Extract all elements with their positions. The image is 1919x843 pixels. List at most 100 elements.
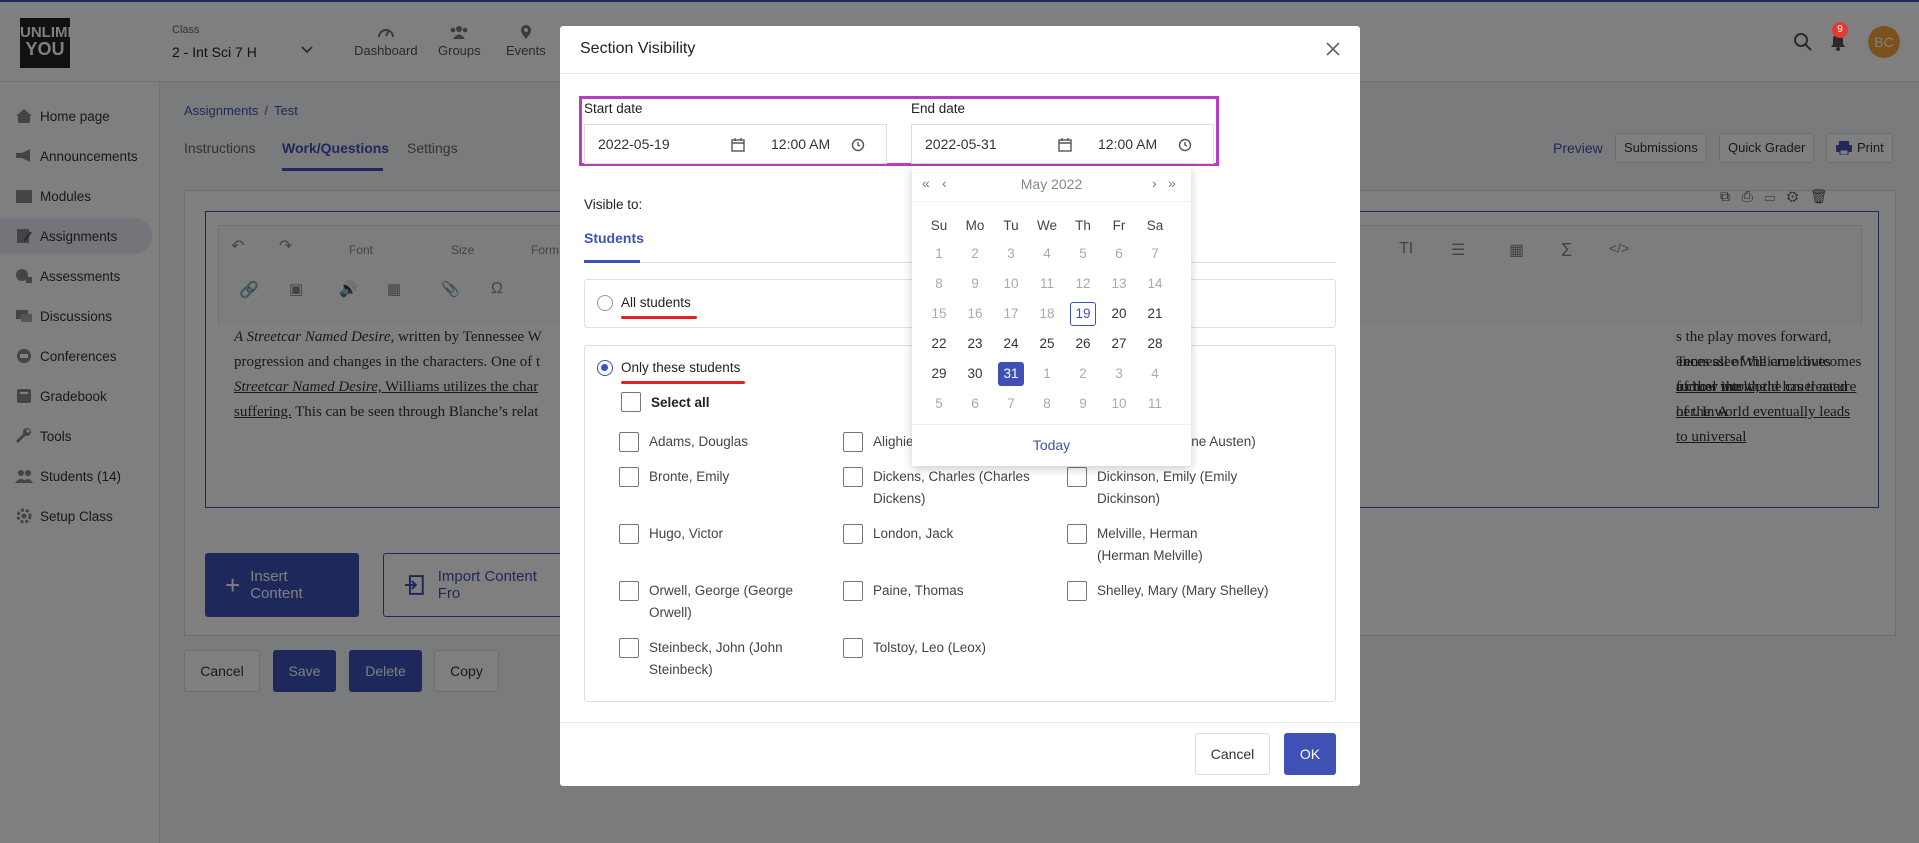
calendar-icon[interactable] bbox=[1058, 138, 1072, 152]
active-tab-indicator bbox=[584, 260, 640, 263]
student-checkbox[interactable] bbox=[619, 524, 639, 544]
modal-ok-button[interactable]: OK bbox=[1284, 733, 1336, 775]
start-time-value[interactable]: 12:00 AM bbox=[771, 136, 830, 152]
calendar-icon[interactable] bbox=[731, 138, 745, 152]
calendar-day[interactable]: 19 bbox=[1070, 302, 1096, 326]
calendar-day[interactable]: 16 bbox=[962, 302, 988, 326]
student-checkbox[interactable] bbox=[1067, 581, 1087, 601]
calendar-day[interactable]: 9 bbox=[1070, 392, 1096, 416]
student-name: Paine, Thomas bbox=[873, 583, 964, 598]
weekday-header: Th bbox=[1075, 218, 1091, 233]
calendar-day[interactable]: 2 bbox=[1070, 362, 1096, 386]
calendar-day[interactable]: 11 bbox=[1142, 392, 1168, 416]
end-time-value[interactable]: 12:00 AM bbox=[1098, 136, 1157, 152]
student-name: Bronte, Emily bbox=[649, 469, 730, 484]
calendar-day[interactable]: 15 bbox=[926, 302, 952, 326]
calendar-day[interactable]: 3 bbox=[998, 242, 1024, 266]
calendar-day[interactable]: 4 bbox=[1034, 242, 1060, 266]
weekday-header: Mo bbox=[965, 218, 985, 233]
calendar-day[interactable]: 1 bbox=[926, 242, 952, 266]
calendar-day[interactable]: 17 bbox=[998, 302, 1024, 326]
calendar-day[interactable]: 29 bbox=[926, 362, 952, 386]
student-checkbox[interactable] bbox=[619, 467, 639, 487]
modal-title: Section Visibility bbox=[580, 40, 696, 57]
end-date-value: 2022-05-31 bbox=[925, 136, 997, 152]
student-checkbox[interactable] bbox=[843, 638, 863, 658]
calendar-day[interactable]: 11 bbox=[1034, 272, 1060, 296]
calendar-day[interactable]: 23 bbox=[962, 332, 988, 356]
modal-cancel-button[interactable]: Cancel bbox=[1195, 733, 1270, 775]
start-date-label: Start date bbox=[584, 101, 643, 116]
weekday-header: Su bbox=[930, 218, 948, 233]
calendar-day[interactable]: 21 bbox=[1142, 302, 1168, 326]
calendar-day[interactable]: 30 bbox=[962, 362, 988, 386]
student-checkbox[interactable] bbox=[843, 581, 863, 601]
calendar-day[interactable]: 10 bbox=[998, 272, 1024, 296]
student-name: Jane Austen) bbox=[1177, 434, 1256, 449]
calendar-day[interactable]: 3 bbox=[1106, 362, 1132, 386]
calendar-day[interactable]: 31 bbox=[998, 362, 1024, 386]
clock-icon[interactable] bbox=[1178, 138, 1192, 152]
student-checkbox[interactable] bbox=[843, 467, 863, 487]
weekday-header: Tu bbox=[1003, 218, 1019, 233]
calendar-day[interactable]: 6 bbox=[1106, 242, 1132, 266]
calendar-day[interactable]: 5 bbox=[926, 392, 952, 416]
student-name: Dickinson, Emily (Emily Dickinson) bbox=[1097, 469, 1238, 506]
calendar-day[interactable]: 24 bbox=[998, 332, 1024, 356]
next-year-button[interactable]: » bbox=[1168, 175, 1176, 191]
date-picker-popup: « ‹ May 2022 › » Su Mo Tu We Th Fr Sa 1 2 3 4 5 6 7 8 9… bbox=[912, 166, 1191, 466]
student-checkbox[interactable] bbox=[1067, 524, 1087, 544]
calendar-day[interactable]: 22 bbox=[926, 332, 952, 356]
student-name: Shelley, Mary (Mary Shelley) bbox=[1097, 583, 1269, 598]
student-name: Adams, Douglas bbox=[649, 434, 749, 449]
clock-icon[interactable] bbox=[851, 138, 865, 152]
calendar-day[interactable]: 13 bbox=[1106, 272, 1132, 296]
calendar-day[interactable]: 8 bbox=[1034, 392, 1060, 416]
next-month-button[interactable]: › bbox=[1152, 175, 1157, 191]
student-checkbox[interactable] bbox=[1067, 467, 1087, 487]
student-name: Melville, Herman (Herman Melville) bbox=[1097, 526, 1203, 563]
calendar-month-title[interactable]: May 2022 bbox=[912, 176, 1191, 192]
calendar-day[interactable]: 5 bbox=[1070, 242, 1096, 266]
all-students-radio[interactable] bbox=[597, 295, 613, 311]
calendar-day[interactable]: 25 bbox=[1034, 332, 1060, 356]
calendar-day[interactable]: 12 bbox=[1070, 272, 1096, 296]
calendar-day[interactable]: 10 bbox=[1106, 392, 1132, 416]
calendar-day[interactable]: 1 bbox=[1034, 362, 1060, 386]
calendar-day[interactable]: 27 bbox=[1106, 332, 1132, 356]
calendar-day[interactable]: 2 bbox=[962, 242, 988, 266]
calendar-day[interactable]: 7 bbox=[998, 392, 1024, 416]
student-checkbox[interactable] bbox=[619, 432, 639, 452]
calendar-day[interactable]: 26 bbox=[1070, 332, 1096, 356]
calendar-day[interactable]: 18 bbox=[1034, 302, 1060, 326]
select-all-checkbox[interactable] bbox=[621, 392, 641, 412]
weekday-header: Sa bbox=[1146, 218, 1164, 233]
student-name: Dickens, Charles (Charles Dickens) bbox=[873, 469, 1030, 506]
student-name: Steinbeck, John (John Steinbeck) bbox=[649, 640, 783, 677]
calendar-day[interactable]: 8 bbox=[926, 272, 952, 296]
start-date-value: 2022-05-19 bbox=[598, 136, 670, 152]
start-date-field[interactable]: 2022-05-19 12:00 AM bbox=[584, 124, 887, 164]
student-checkbox[interactable] bbox=[619, 638, 639, 658]
calendar-day[interactable]: 6 bbox=[962, 392, 988, 416]
calendar-day[interactable]: 28 bbox=[1142, 332, 1168, 356]
end-date-label: End date bbox=[911, 101, 966, 116]
close-icon[interactable] bbox=[1326, 42, 1340, 56]
only-these-students-radio[interactable] bbox=[597, 360, 613, 376]
notification-badge: 9 bbox=[1832, 22, 1848, 38]
calendar-day[interactable]: 20 bbox=[1106, 302, 1132, 326]
student-checkbox[interactable] bbox=[843, 432, 863, 452]
modal-header: Section Visibility bbox=[560, 26, 1360, 74]
student-name: Tolstoy, Leo (Leox) bbox=[873, 640, 987, 655]
calendar-day[interactable]: 4 bbox=[1142, 362, 1168, 386]
calendar-day[interactable]: 9 bbox=[962, 272, 988, 296]
student-checkbox[interactable] bbox=[619, 581, 639, 601]
today-button[interactable]: Today bbox=[912, 424, 1191, 466]
end-date-field[interactable]: 2022-05-31 12:00 AM bbox=[911, 124, 1214, 164]
student-checkbox[interactable] bbox=[843, 524, 863, 544]
tab-students[interactable]: Students bbox=[584, 230, 644, 246]
student-name: Hugo, Victor bbox=[649, 526, 724, 541]
calendar-day[interactable]: 7 bbox=[1142, 242, 1168, 266]
only-these-students-label: Only these students bbox=[621, 360, 741, 375]
calendar-day[interactable]: 14 bbox=[1142, 272, 1168, 296]
